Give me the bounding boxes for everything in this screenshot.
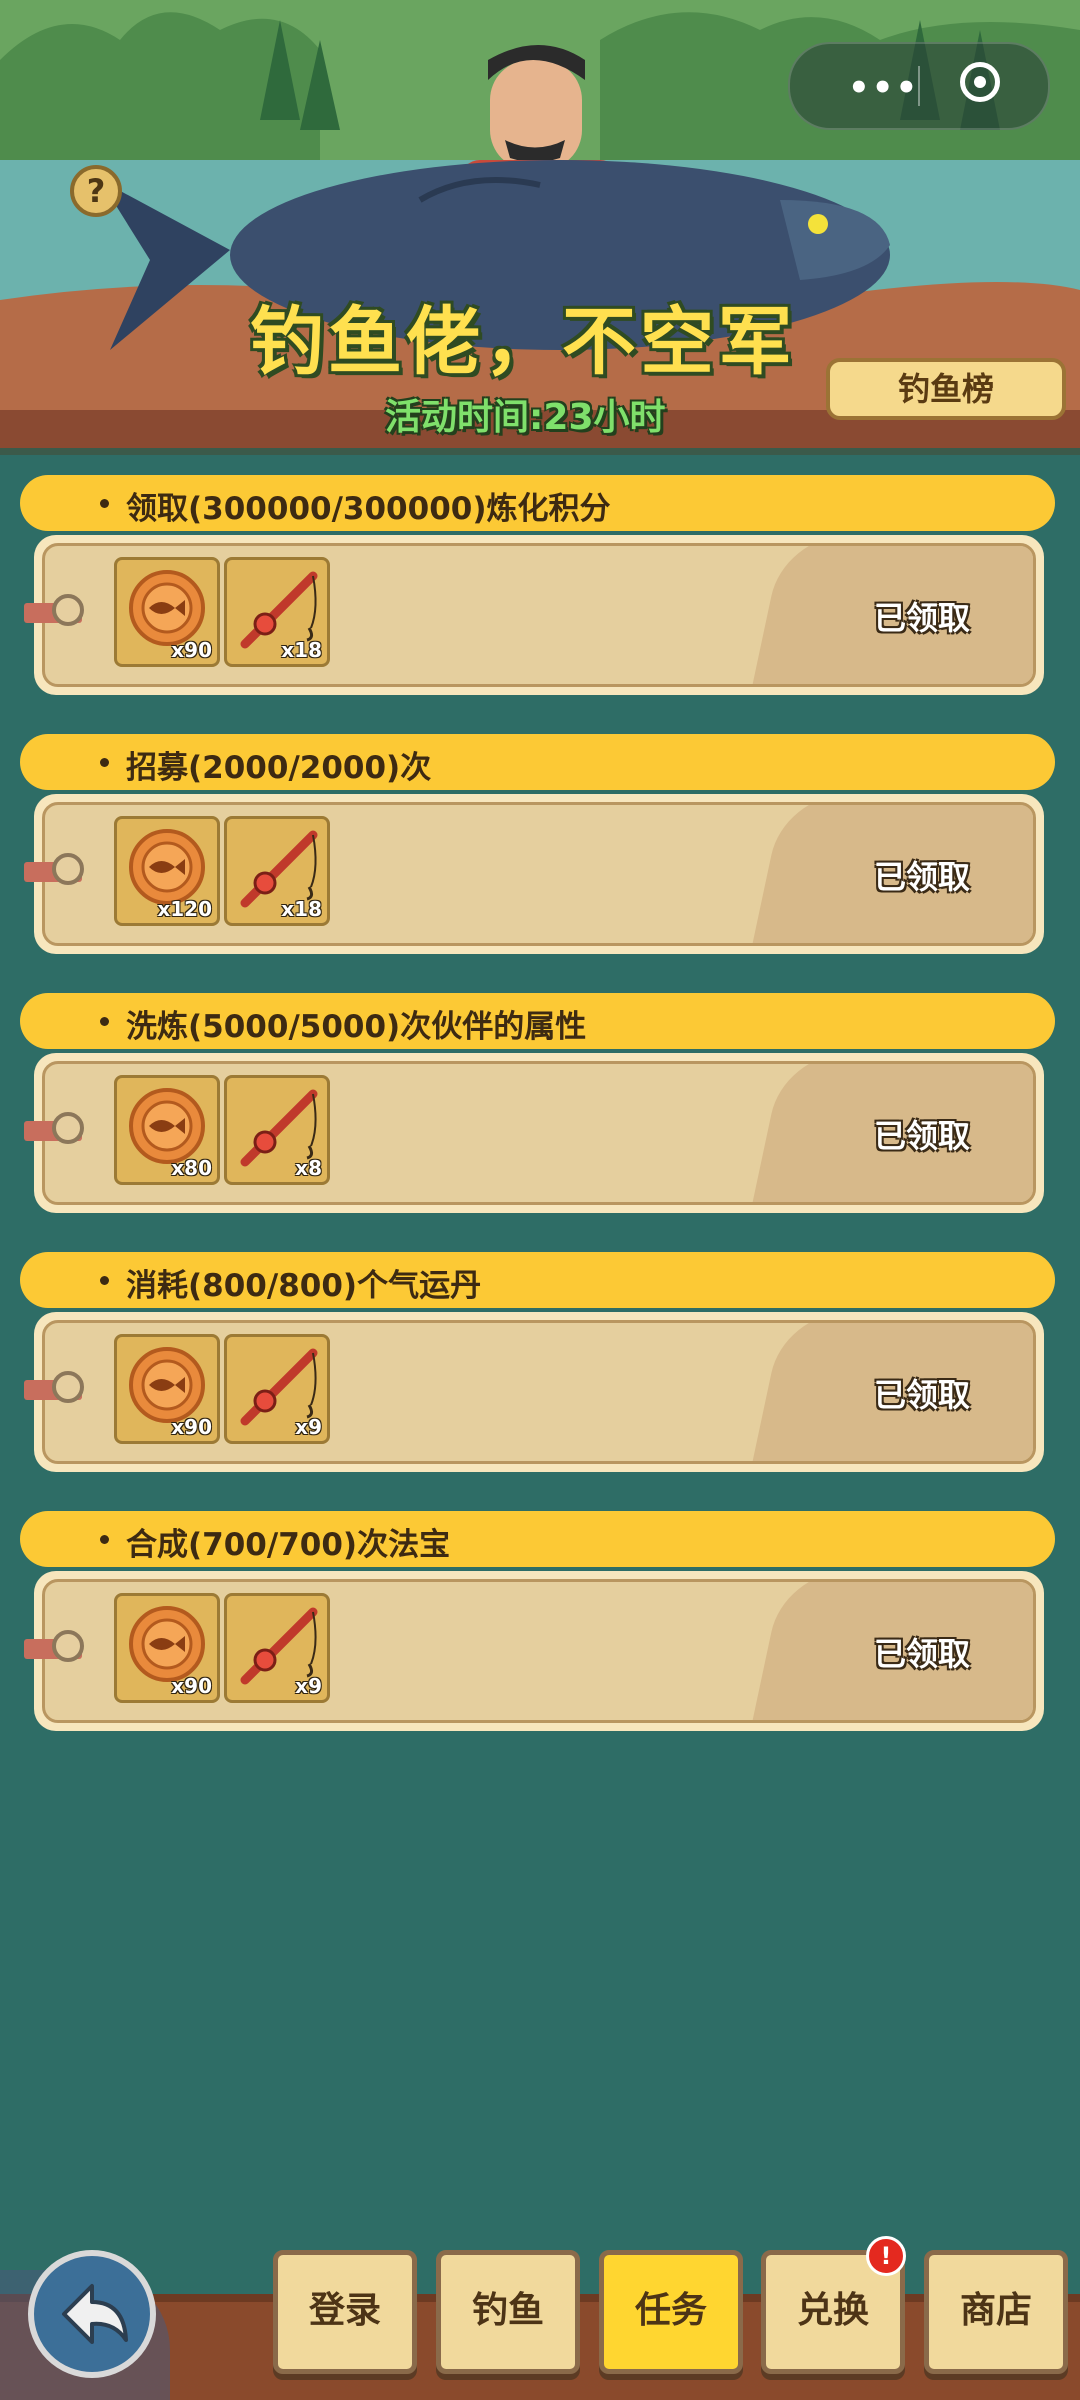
reward-fish-coin[interactable]: x90 bbox=[114, 557, 220, 667]
task-header: 招募(2000/2000)次 bbox=[20, 734, 1055, 790]
reward-count: x18 bbox=[281, 638, 322, 662]
leaderboard-button[interactable]: 钓鱼榜 bbox=[826, 358, 1066, 420]
reward-fishing-rod[interactable]: x18 bbox=[224, 816, 330, 926]
reward-count: x80 bbox=[171, 1156, 212, 1180]
reward-fishing-rod[interactable]: x18 bbox=[224, 557, 330, 667]
tag-icon bbox=[24, 1112, 84, 1144]
event-timer: 活动时间:23小时 bbox=[385, 397, 666, 438]
banner-divider bbox=[0, 448, 1080, 455]
event-banner: ••• ? 钓鱼佬，不空军 活动时间:23小时 钓鱼榜 bbox=[0, 0, 1080, 455]
nav-tab-shop[interactable]: 商店 bbox=[924, 2250, 1068, 2374]
task-title: 消耗(800/800)个气运丹 bbox=[126, 1268, 482, 1304]
task-header: 合成(700/700)次法宝 bbox=[20, 1511, 1055, 1567]
reward-count: x18 bbox=[281, 897, 322, 921]
reward-fish-coin[interactable]: x90 bbox=[114, 1593, 220, 1703]
bullet-icon bbox=[100, 1017, 109, 1026]
task-header: 洗炼(5000/5000)次伙伴的属性 bbox=[20, 993, 1055, 1049]
task-header: 领取(300000/300000)炼化积分 bbox=[20, 475, 1055, 531]
reward-count: x90 bbox=[171, 638, 212, 662]
task-header: 消耗(800/800)个气运丹 bbox=[20, 1252, 1055, 1308]
bullet-icon bbox=[100, 1535, 109, 1544]
bullet-icon bbox=[100, 499, 109, 508]
claimed-status: 已领取 bbox=[874, 599, 971, 637]
reward-fishing-rod[interactable]: x8 bbox=[224, 1075, 330, 1185]
reward-count: x90 bbox=[171, 1674, 212, 1698]
reward-count: x9 bbox=[295, 1415, 322, 1439]
fish-coin-icon bbox=[129, 829, 205, 905]
tag-icon bbox=[24, 853, 84, 885]
exchange-alert-badge: ! bbox=[866, 2236, 906, 2276]
reward-count: x120 bbox=[157, 897, 212, 921]
reward-count: x9 bbox=[295, 1674, 322, 1698]
fish-coin-icon bbox=[129, 1088, 205, 1164]
task-title: 合成(700/700)次法宝 bbox=[126, 1527, 451, 1563]
reward-count: x8 bbox=[295, 1156, 322, 1180]
tag-icon bbox=[24, 1371, 84, 1403]
task-card: x90 x9 已领取 bbox=[24, 1312, 1044, 1472]
reward-count: x90 bbox=[171, 1415, 212, 1439]
nav-tab-login[interactable]: 登录 bbox=[273, 2250, 417, 2374]
bullet-icon bbox=[100, 758, 109, 767]
reward-fishing-rod[interactable]: x9 bbox=[224, 1593, 330, 1703]
reward-fish-coin[interactable]: x80 bbox=[114, 1075, 220, 1185]
tag-icon bbox=[24, 594, 84, 626]
task-title: 招募(2000/2000)次 bbox=[126, 750, 432, 786]
claimed-status: 已领取 bbox=[874, 1376, 971, 1414]
back-button[interactable] bbox=[28, 2250, 156, 2378]
claimed-status: 已领取 bbox=[874, 1635, 971, 1673]
target-circle-icon[interactable] bbox=[960, 62, 1000, 102]
miniprogram-capsule: ••• bbox=[788, 42, 1050, 130]
nav-tab-fishing[interactable]: 钓鱼 bbox=[436, 2250, 580, 2374]
task-card: x90 x9 已领取 bbox=[24, 1571, 1044, 1731]
fish-coin-icon bbox=[129, 1347, 205, 1423]
task-card: x90 x18 已领取 bbox=[24, 535, 1044, 695]
task-title: 洗炼(5000/5000)次伙伴的属性 bbox=[126, 1009, 587, 1045]
fish-coin-icon bbox=[129, 1606, 205, 1682]
task-card: x120 x18 已领取 bbox=[24, 794, 1044, 954]
fish-coin-icon bbox=[129, 570, 205, 646]
bullet-icon bbox=[100, 1276, 109, 1285]
event-title: 钓鱼佬，不空军 bbox=[250, 299, 796, 385]
nav-tab-tasks[interactable]: 任务 bbox=[599, 2250, 743, 2374]
help-button[interactable]: ? bbox=[70, 165, 122, 217]
reward-fish-coin[interactable]: x120 bbox=[114, 816, 220, 926]
reward-fish-coin[interactable]: x90 bbox=[114, 1334, 220, 1444]
claimed-status: 已领取 bbox=[874, 1117, 971, 1155]
task-card: x80 x8 已领取 bbox=[24, 1053, 1044, 1213]
back-arrow-icon bbox=[62, 2284, 128, 2344]
capsule-divider bbox=[918, 66, 920, 106]
reward-fishing-rod[interactable]: x9 bbox=[224, 1334, 330, 1444]
task-title: 领取(300000/300000)炼化积分 bbox=[126, 491, 611, 527]
more-dots-icon[interactable]: ••• bbox=[848, 68, 919, 108]
claimed-status: 已领取 bbox=[874, 858, 971, 896]
tag-icon bbox=[24, 1630, 84, 1662]
